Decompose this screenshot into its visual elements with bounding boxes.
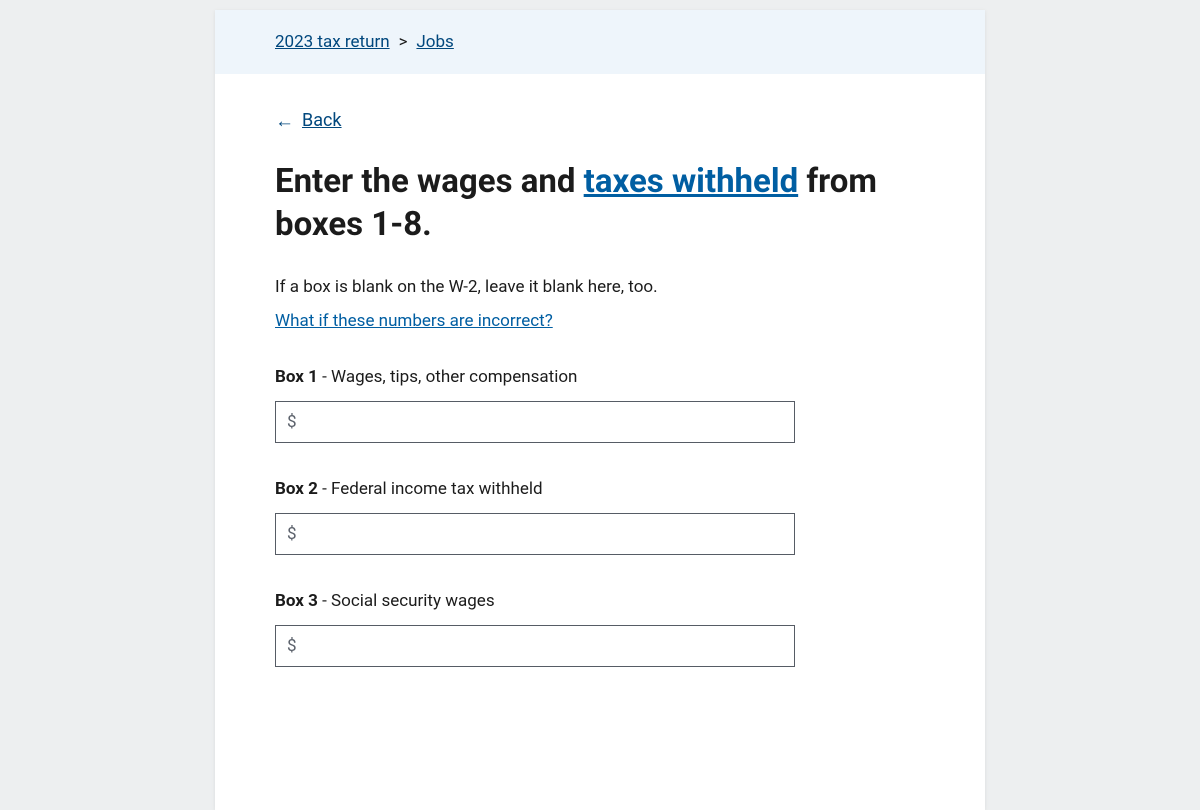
label-box-3-bold: Box 3	[275, 591, 318, 611]
title-link-taxes-withheld[interactable]: taxes withheld	[584, 162, 799, 201]
label-box-1-bold: Box 1	[275, 367, 318, 387]
input-box-2[interactable]	[275, 513, 795, 555]
input-wrap-box-2: $	[275, 513, 795, 555]
arrow-left-icon: ←	[275, 111, 294, 130]
field-box-1: Box 1 - Wages, tips, other compensation …	[275, 367, 925, 443]
help-link-incorrect-numbers[interactable]: What if these numbers are incorrect?	[275, 311, 553, 331]
label-box-3: Box 3 - Social security wages	[275, 591, 925, 611]
label-box-3-rest: - Social security wages	[318, 591, 495, 611]
label-box-2-bold: Box 2	[275, 479, 318, 499]
field-box-3: Box 3 - Social security wages $	[275, 591, 925, 667]
label-box-2-rest: - Federal income tax withheld	[318, 479, 543, 499]
form-card: 2023 tax return > Jobs ← Back Enter the …	[215, 10, 985, 810]
back-link[interactable]: ← Back	[275, 110, 342, 131]
instruction-text: If a box is blank on the W-2, leave it b…	[275, 277, 925, 297]
breadcrumb-link-jobs[interactable]: Jobs	[416, 32, 453, 52]
input-box-1[interactable]	[275, 401, 795, 443]
input-box-3[interactable]	[275, 625, 795, 667]
field-box-2: Box 2 - Federal income tax withheld $	[275, 479, 925, 555]
label-box-2: Box 2 - Federal income tax withheld	[275, 479, 925, 499]
input-wrap-box-1: $	[275, 401, 795, 443]
back-label: Back	[302, 110, 342, 131]
label-box-1: Box 1 - Wages, tips, other compensation	[275, 367, 925, 387]
page-title: Enter the wages and taxes withheld from …	[275, 161, 915, 247]
breadcrumb-separator: >	[399, 32, 408, 52]
breadcrumb: 2023 tax return > Jobs	[215, 10, 985, 74]
title-part1: Enter the wages and	[275, 162, 584, 201]
breadcrumb-link-return[interactable]: 2023 tax return	[275, 32, 390, 52]
label-box-1-rest: - Wages, tips, other compensation	[318, 367, 578, 387]
content-area: ← Back Enter the wages and taxes withhel…	[215, 74, 985, 667]
input-wrap-box-3: $	[275, 625, 795, 667]
